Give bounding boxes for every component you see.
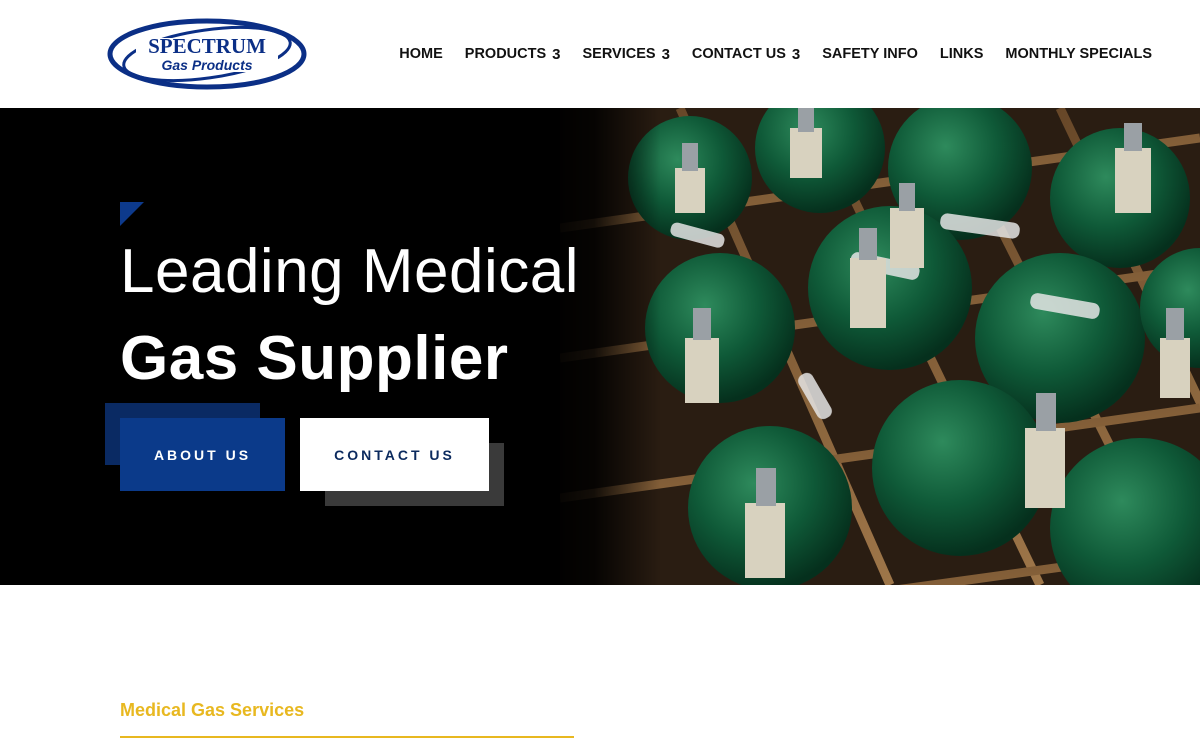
nav-products[interactable]: PRODUCTS 3 [465,46,561,63]
hero-image-fade [540,108,660,585]
spectrum-logo[interactable]: SPECTRUM Gas Products [106,16,308,92]
contact-us-button[interactable]: CONTACT US [300,418,489,491]
main-nav: HOME PRODUCTS 3 SERVICES 3 CONTACT US 3 … [399,0,1152,108]
about-us-button[interactable]: ABOUT US [120,418,285,491]
chevron-down-icon: 3 [552,45,561,63]
logo-line2: Gas Products [161,57,252,73]
chevron-down-icon: 3 [661,45,670,63]
site-header: SPECTRUM Gas Products HOME PRODUCTS 3 SE… [0,0,1200,108]
nav-products-label: PRODUCTS [464,46,547,62]
corner-accent-icon [120,202,144,226]
hero-heading-line2: Gas Supplier [120,324,509,393]
nav-links-label: LINKS [939,46,984,62]
section-divider [120,736,574,738]
nav-services-label: SERVICES [582,46,656,62]
hero-heading-line1: Leading Medical [120,237,580,306]
nav-monthly-specials[interactable]: MONTHLY SPECIALS [1005,46,1152,62]
nav-safety-info[interactable]: SAFETY INFO [822,46,918,62]
nav-home-label: HOME [399,46,443,62]
section-title: Medical Gas Services [120,700,305,720]
hero-banner: Leading Medical Gas Supplier ABOUT US CO… [0,108,1200,585]
nav-safety-info-label: SAFETY INFO [822,46,918,62]
chevron-down-icon: 3 [791,45,801,63]
nav-contact-us[interactable]: CONTACT US 3 [692,46,800,63]
nav-links[interactable]: LINKS [940,46,984,62]
nav-services[interactable]: SERVICES 3 [583,46,670,63]
nav-contact-us-label: CONTACT US [691,46,786,62]
nav-home[interactable]: HOME [399,46,443,62]
logo-line1: SPECTRUM [148,34,266,58]
nav-monthly-specials-label: MONTHLY SPECIALS [1005,46,1152,62]
